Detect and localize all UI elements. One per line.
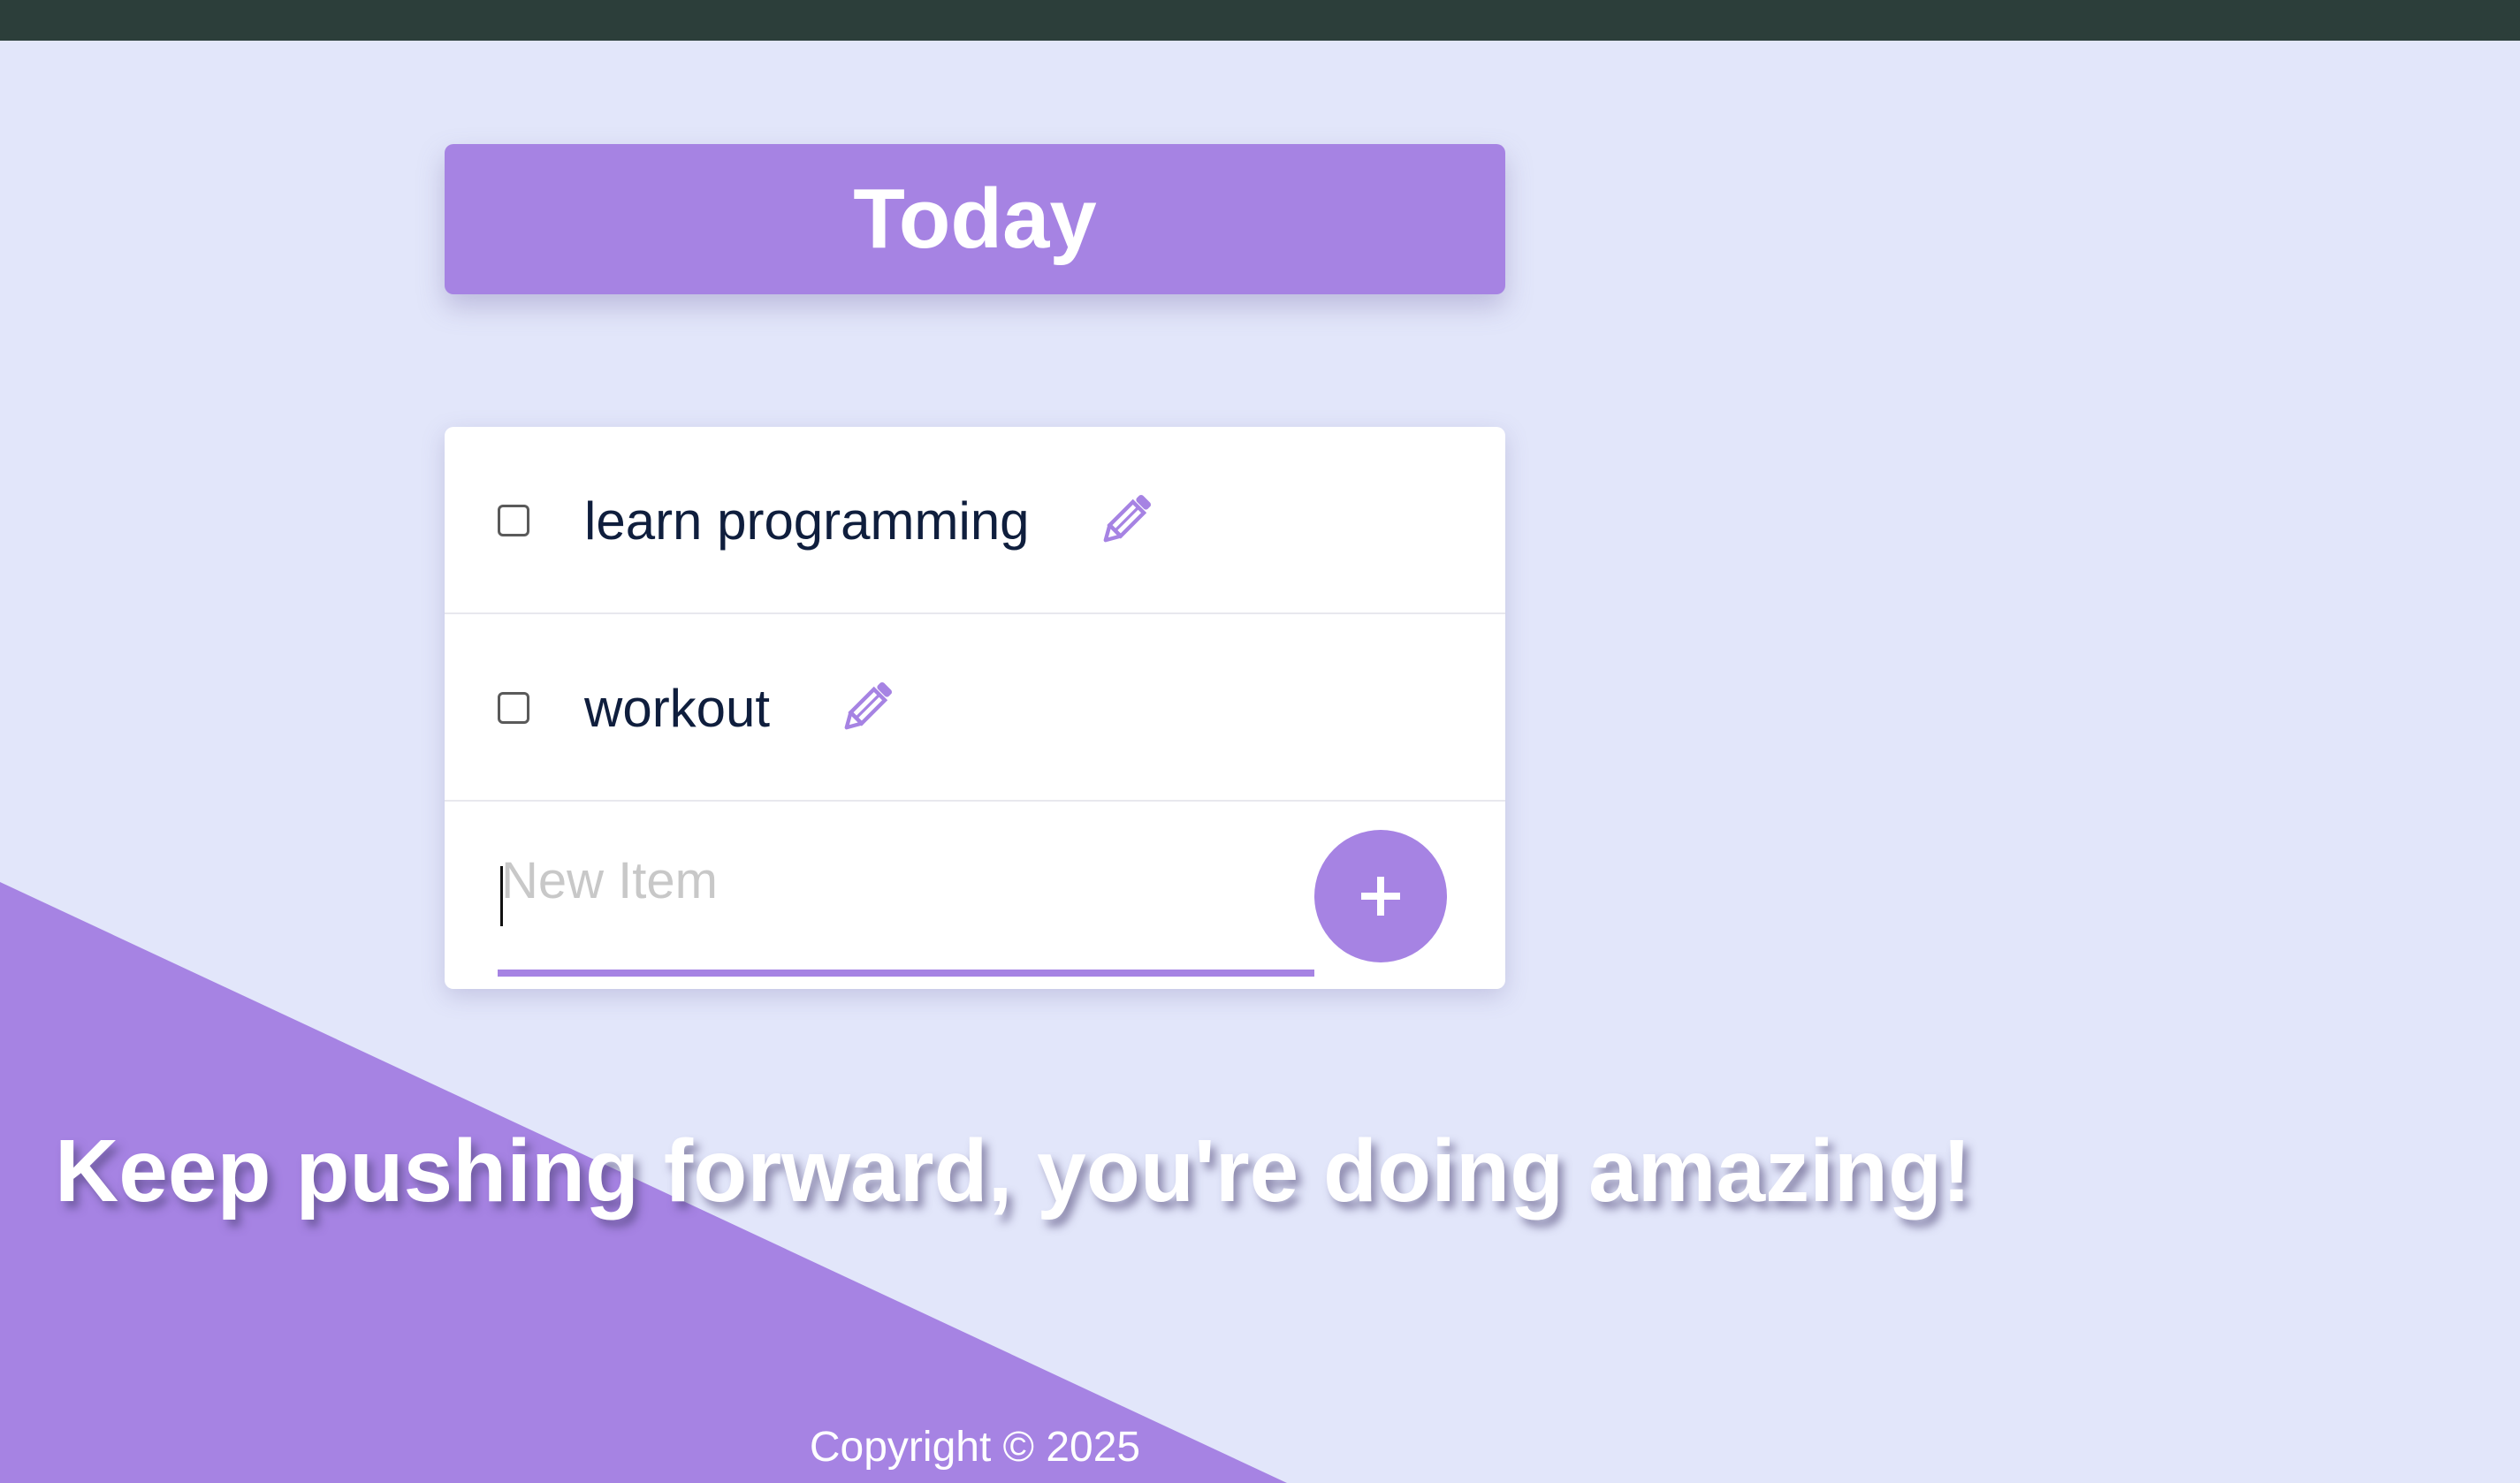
footer-copyright: Copyright © 2025 xyxy=(809,1424,1141,1471)
pencil-icon[interactable] xyxy=(836,676,898,738)
browser-bookmarks-bar xyxy=(0,0,2520,41)
todo-item: learn programming xyxy=(445,427,1505,614)
new-item-input[interactable] xyxy=(498,842,1314,918)
plus-icon xyxy=(1361,877,1400,916)
todo-list-card: learn programming workout xyxy=(445,427,1505,989)
todo-checkbox[interactable] xyxy=(498,505,529,536)
text-cursor xyxy=(500,866,503,926)
page-title: Today xyxy=(853,171,1097,266)
heading-box: Today xyxy=(445,144,1505,294)
todo-checkbox[interactable] xyxy=(498,692,529,724)
pencil-icon[interactable] xyxy=(1095,489,1157,551)
input-underline xyxy=(498,970,1314,977)
todo-item-text: workout xyxy=(584,679,771,738)
todo-item: workout xyxy=(445,614,1505,802)
motivation-message: Keep pushing forward, you're doing amazi… xyxy=(55,1122,1972,1221)
add-item-button[interactable] xyxy=(1314,830,1447,962)
todo-item-text: learn programming xyxy=(584,491,1030,551)
